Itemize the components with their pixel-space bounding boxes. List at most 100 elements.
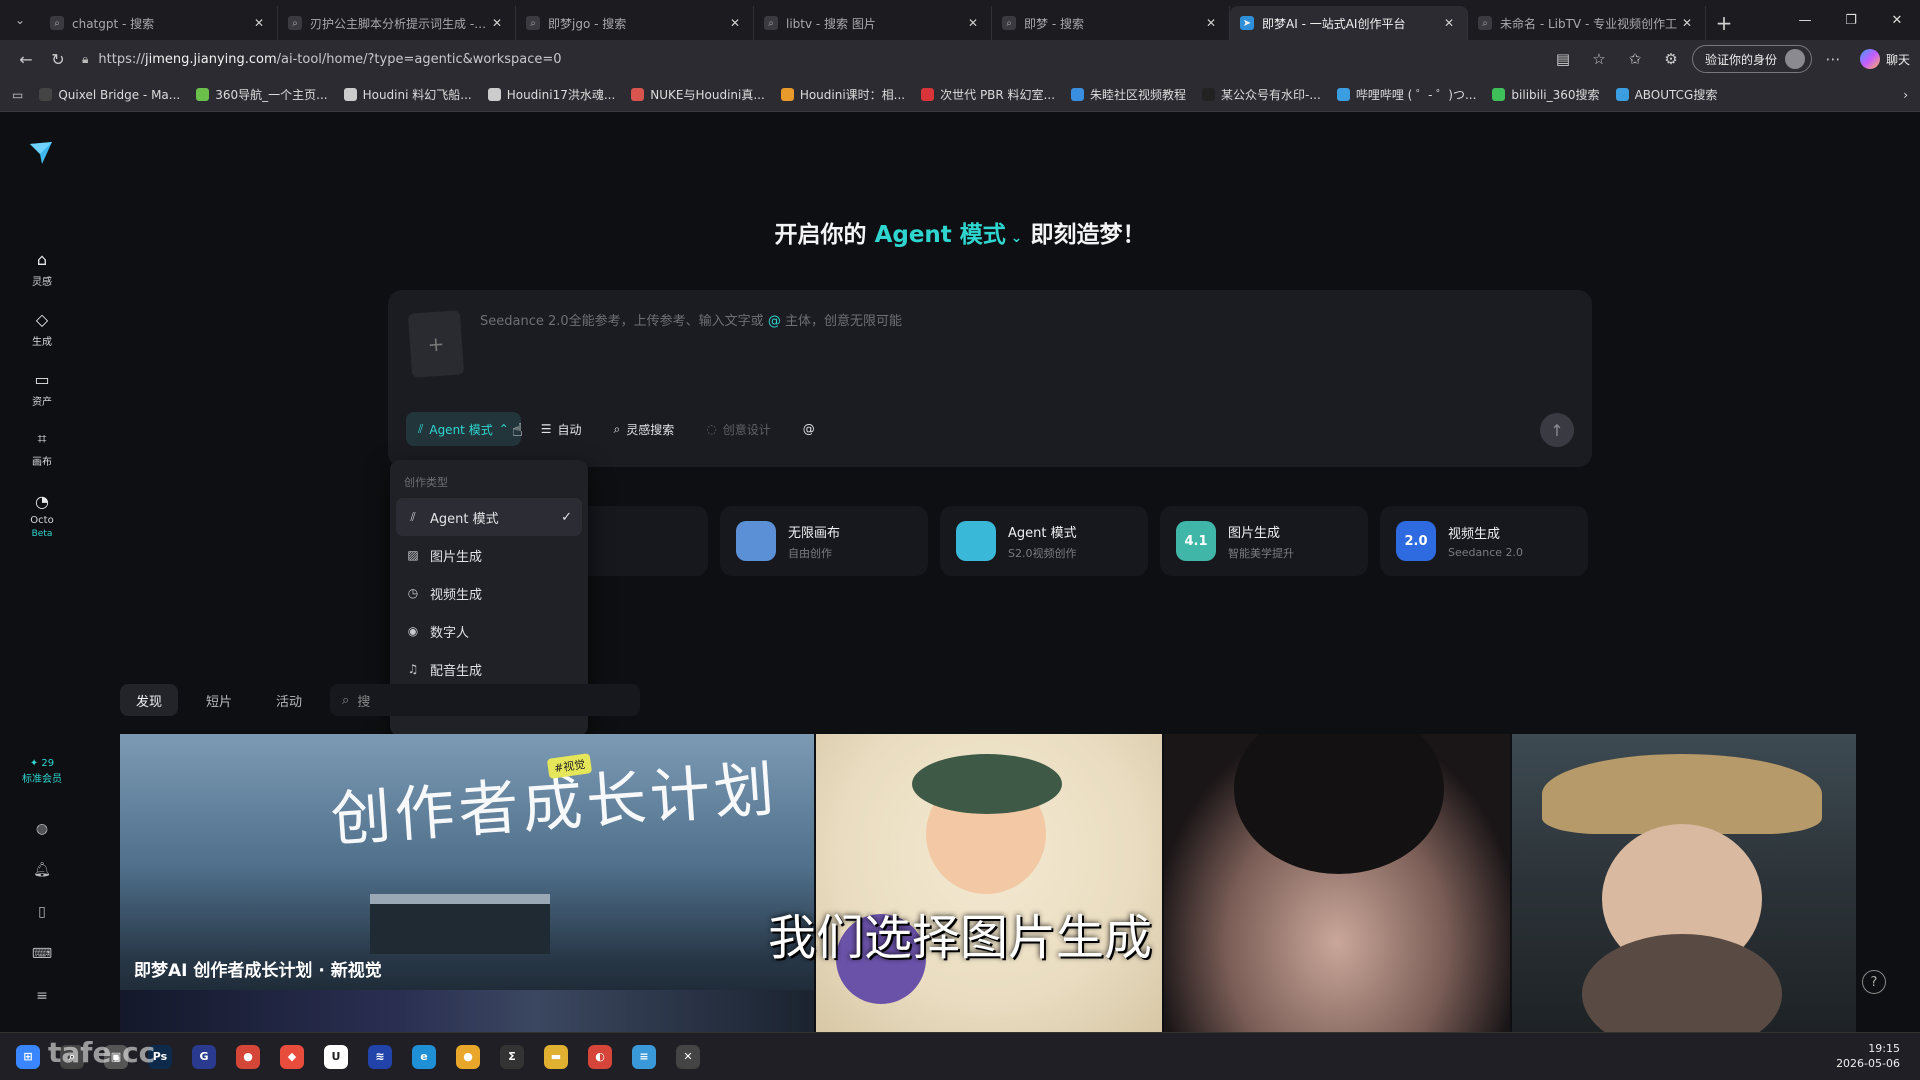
taskbar-app[interactable]: ◐ bbox=[578, 1035, 622, 1079]
creative-design-chip[interactable]: ◌ 创意设计 bbox=[694, 412, 783, 446]
taskbar-app[interactable]: ≋ bbox=[358, 1035, 402, 1079]
feed-tab[interactable]: 活动 bbox=[260, 684, 318, 716]
dropdown-item[interactable]: ◷ 视频生成 bbox=[396, 574, 582, 612]
taskbar-app[interactable]: ● bbox=[226, 1035, 270, 1079]
sidebar-item-inspiration[interactable]: ⌂ 灵感 bbox=[14, 248, 70, 289]
taskbar-app[interactable]: U bbox=[314, 1035, 358, 1079]
new-tab-button[interactable]: + bbox=[1706, 6, 1742, 40]
sidebar-item-octo[interactable]: ◔ Octo Beta bbox=[14, 490, 70, 540]
refresh-icon[interactable]: ↻ bbox=[42, 44, 74, 74]
growth-plan-banner[interactable]: 创作者成长计划 #视觉 即梦AI 创作者成长计划 · 新视觉 bbox=[120, 734, 814, 1032]
mention-chip[interactable]: @ bbox=[791, 412, 827, 446]
url-field[interactable]: 🔒︎ https://jimeng.jianying.com/ai-tool/h… bbox=[82, 44, 1548, 74]
browser-tab[interactable]: ⌕ 未命名 - LibTV - 专业视频创作工 ✕ bbox=[1468, 6, 1706, 40]
prompt-input[interactable]: Seedance 2.0全能参考，上传参考、输入文字或 @ 主体，创意无限可能 bbox=[480, 310, 902, 329]
notification-bell-icon[interactable]: 🔔︎ bbox=[28, 856, 56, 884]
help-icon[interactable]: ? bbox=[1862, 970, 1886, 994]
taskbar-app[interactable]: ● bbox=[446, 1035, 490, 1079]
bookmark-label: ABOUTCG搜索 bbox=[1634, 88, 1718, 102]
feature-card[interactable]: 4.1 图片生成 智能美学提升 bbox=[1160, 506, 1368, 576]
dropdown-item[interactable]: ⫽ Agent 模式 ✓ bbox=[396, 498, 582, 536]
favorites-icon[interactable]: ✩ bbox=[1620, 44, 1650, 74]
taskbar-app[interactable]: ≡ bbox=[622, 1035, 666, 1079]
bookmark-item[interactable]: Houdini 料幻飞船... bbox=[343, 86, 472, 103]
user-avatar-icon[interactable]: ◍ bbox=[28, 815, 56, 843]
gallery-item-anime-boy[interactable] bbox=[816, 734, 1162, 1032]
taskbar-app[interactable]: e bbox=[402, 1035, 446, 1079]
tab-close-icon[interactable]: ✕ bbox=[965, 16, 981, 30]
feed-tab[interactable]: 短片 bbox=[190, 684, 248, 716]
tab-close-icon[interactable]: ✕ bbox=[251, 16, 267, 30]
profile-button[interactable]: 验证你的身份 bbox=[1691, 45, 1812, 73]
extensions-icon[interactable]: ⚙ bbox=[1656, 44, 1686, 74]
back-icon[interactable]: ← bbox=[10, 44, 42, 74]
agent-mode-chip[interactable]: ⫽ Agent 模式 ⌃ bbox=[406, 412, 521, 446]
sidebar-item-generate[interactable]: ◇ 生成 bbox=[14, 308, 70, 349]
bookmark-item[interactable]: NUKE与Houdini真... bbox=[631, 86, 765, 103]
sidebar-item-assets[interactable]: ▭ 资产 bbox=[14, 368, 70, 409]
taskbar-app[interactable]: ◆ bbox=[270, 1035, 314, 1079]
minimize-icon[interactable]: — bbox=[1782, 0, 1828, 40]
reader-icon[interactable]: ▤ bbox=[1548, 44, 1578, 74]
more-menu-icon[interactable]: ⋯ bbox=[1818, 44, 1848, 74]
bookmark-item[interactable]: Houdini课时：相... bbox=[780, 86, 905, 103]
tab-close-icon[interactable]: ✕ bbox=[489, 16, 505, 30]
gallery-item-warrior[interactable] bbox=[1512, 734, 1856, 1032]
bookmark-item[interactable]: 次世代 PBR 料幻室... bbox=[921, 86, 1055, 103]
bookmark-item[interactable]: Quixel Bridge - Ma... bbox=[39, 88, 180, 102]
upload-reference-button[interactable]: + bbox=[407, 310, 465, 378]
hero-mode-switch[interactable]: Agent 模式 ⌄ bbox=[875, 222, 1023, 248]
bookmarks-overflow-icon[interactable]: › bbox=[1903, 88, 1908, 102]
dropdown-item[interactable]: ♫ 配音生成 bbox=[396, 650, 582, 688]
feature-card[interactable]: 无限画布 自由创作 bbox=[720, 506, 928, 576]
send-button[interactable]: ↑ bbox=[1540, 413, 1574, 447]
feed-search-input[interactable]: ⌕ 搜 bbox=[330, 684, 641, 716]
sidebar-item-canvas[interactable]: ⌗ 画布 bbox=[14, 428, 70, 468]
browser-tab[interactable]: ⌕ 刃护公主脚本分析提示词生成 - De ✕ bbox=[278, 6, 516, 40]
tab-close-icon[interactable]: ✕ bbox=[1679, 16, 1695, 30]
tab-close-icon[interactable]: ✕ bbox=[1441, 16, 1457, 30]
taskbar-app[interactable]: G bbox=[182, 1035, 226, 1079]
taskbar-app[interactable]: ✕ bbox=[666, 1035, 710, 1079]
feed-tab[interactable]: 发现 bbox=[120, 684, 179, 716]
dropdown-item-label: 视频生成 bbox=[430, 587, 483, 603]
browser-tab[interactable]: ⌕ chatgpt - 搜索 ✕ bbox=[40, 6, 278, 40]
gallery-item-portrait[interactable] bbox=[1164, 734, 1510, 1032]
favorite-star-icon[interactable]: ☆ bbox=[1584, 44, 1614, 74]
browser-tab[interactable]: ➤ 即梦AI - 一站式AI创作平台 ✕ bbox=[1230, 6, 1468, 40]
inspiration-search-label: 灵感搜索 bbox=[626, 422, 675, 437]
menu-icon[interactable]: ≡ bbox=[28, 982, 56, 1010]
bookmark-item[interactable]: 某公众号有水印-... bbox=[1202, 86, 1321, 103]
lock-icon[interactable]: 🔒︎ bbox=[82, 52, 88, 67]
bookmark-item[interactable]: ABOUTCG搜索 bbox=[1615, 86, 1718, 103]
tab-close-icon[interactable]: ✕ bbox=[1203, 16, 1219, 30]
bookmark-item[interactable]: 哔哩哔哩 ( ゜- ゜)つ... bbox=[1336, 86, 1476, 103]
bookmarks-toggle-icon[interactable]: ▭ bbox=[12, 88, 23, 102]
bookmark-item[interactable]: Houdini17洪水魂... bbox=[487, 86, 615, 103]
dropdown-item[interactable]: ▨ 图片生成 bbox=[396, 536, 582, 574]
taskbar-app[interactable]: ▬ bbox=[534, 1035, 578, 1079]
system-clock[interactable]: 19:15 2026-05-06 bbox=[1836, 1041, 1900, 1071]
close-window-icon[interactable]: ✕ bbox=[1874, 0, 1920, 40]
membership-credits[interactable]: ✦ 29 标准会员 bbox=[14, 756, 70, 788]
copilot-button[interactable]: 聊天 bbox=[1859, 49, 1910, 69]
jimeng-logo[interactable] bbox=[28, 140, 54, 166]
browser-tab[interactable]: ⌕ 即梦jgo - 搜索 ✕ bbox=[516, 6, 754, 40]
tab-close-icon[interactable]: ✕ bbox=[727, 16, 743, 30]
bookmark-item[interactable]: 360导航_一个主页... bbox=[196, 86, 328, 103]
browser-tab[interactable]: ⌕ libtv - 搜索 图片 ✕ bbox=[754, 6, 992, 40]
dropdown-item[interactable]: ◉ 数字人 bbox=[396, 612, 582, 650]
jimeng-app: ⌂ 灵感 ◇ 生成 ▭ 资产 ⌗ 画布 ◔ Octo Beta ✦ 29 标准会员 ◍ 🔔︎ ▯ ⌨… bbox=[0, 112, 1920, 1032]
avatar-icon: ◉ bbox=[407, 624, 419, 638]
bookmark-item[interactable]: bilibili_360搜索 bbox=[1492, 86, 1600, 103]
taskbar-app[interactable]: ⊞ bbox=[6, 1035, 50, 1079]
bookmark-item[interactable]: 朱睦社区视频教程 bbox=[1071, 86, 1186, 103]
auto-chip[interactable]: ☰ 自动 bbox=[529, 412, 594, 446]
feature-card[interactable]: 2.0 视频生成 Seedance 2.0 bbox=[1380, 506, 1588, 576]
restore-icon[interactable]: ❐ bbox=[1828, 0, 1874, 40]
tab-actions-menu-icon[interactable]: ⌄ bbox=[0, 0, 40, 40]
browser-tab[interactable]: ⌕ 即梦 - 搜索 ✕ bbox=[992, 6, 1230, 40]
feature-card[interactable]: Agent 模式 S2.0视频创作 bbox=[940, 506, 1148, 576]
inspiration-search-chip[interactable]: ⌕ 灵感搜索 bbox=[602, 412, 687, 446]
taskbar-app[interactable]: Σ bbox=[490, 1035, 534, 1079]
